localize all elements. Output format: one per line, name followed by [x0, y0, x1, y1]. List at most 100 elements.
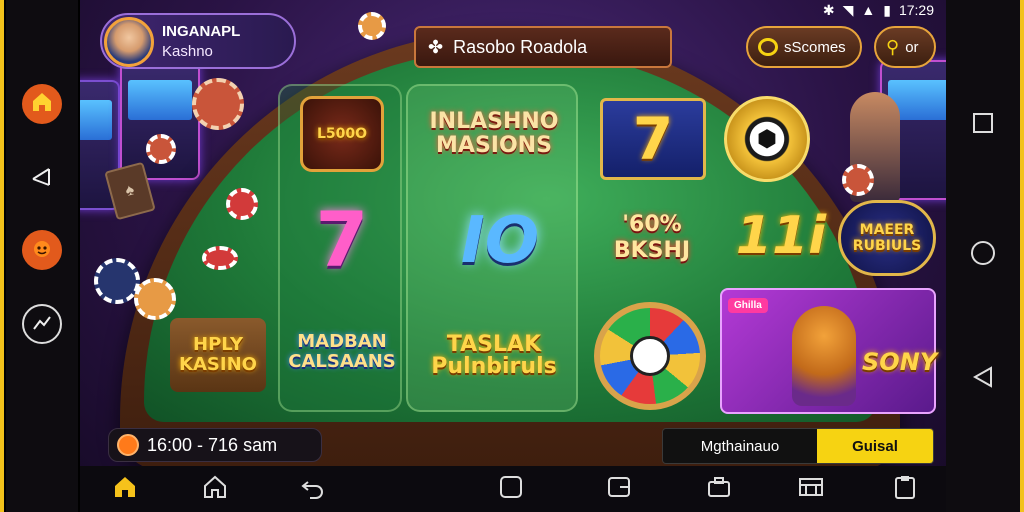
back-button[interactable] — [968, 364, 998, 394]
game-tile-label: L500O — [316, 126, 368, 142]
game-tile-3[interactable]: 7 — [600, 98, 706, 180]
recents-button[interactable] — [968, 110, 998, 140]
clipboard-icon — [893, 474, 917, 505]
game-tile-label: INLASHNO MASIONS — [429, 109, 559, 158]
balance-text: 16:00 - 716 sam — [147, 434, 278, 455]
bottom-nav-square[interactable] — [496, 474, 526, 504]
home-icon — [30, 90, 54, 119]
clover-icon: ✤ — [428, 36, 444, 57]
battery-icon: ▮ — [883, 1, 891, 18]
tab-icon — [606, 474, 632, 505]
chat-bubble-icon — [758, 38, 778, 56]
left-nav-pumpkin[interactable] — [22, 230, 62, 270]
bottom-nav-tab[interactable] — [604, 474, 634, 504]
store-icon — [797, 474, 825, 505]
action-bar: Mgthainauo Guisal — [662, 428, 934, 464]
scores-label: sScomes — [784, 38, 846, 56]
status-bar: ✱ ◥ ▲ ▮ 17:29 — [776, 0, 946, 20]
action-primary-button[interactable]: Guisal — [817, 429, 933, 463]
chip — [226, 188, 258, 220]
soccer-ball-icon: ⬢ — [757, 126, 777, 151]
game-tile-12[interactable]: TASLAK Pulnbiruls — [424, 318, 564, 394]
balance-display: 16:00 - 716 sam — [108, 428, 322, 462]
action-primary-label: Guisal — [852, 437, 898, 455]
game-tile-label: IO — [460, 204, 540, 278]
chip — [842, 164, 874, 196]
game-tile-label: MAEER RUBIULS — [852, 222, 922, 254]
menu-button[interactable]: ⚲ or — [874, 26, 936, 68]
game-tile-8[interactable]: 11i — [735, 196, 827, 276]
undo-icon — [300, 474, 326, 505]
roulette-wheel-tile[interactable] — [594, 302, 706, 410]
left-nav-bar — [6, 0, 78, 512]
signal-icon: ▲ — [861, 2, 876, 18]
briefcase-icon — [706, 474, 732, 505]
profile-subtitle: Kashno — [162, 43, 213, 60]
bottom-nav-store[interactable] — [796, 474, 826, 504]
key-icon: ⚲ — [886, 36, 900, 57]
chip — [358, 12, 386, 40]
game-tile-label: HPLY KASINO — [179, 334, 257, 375]
frame-edge-left — [0, 0, 4, 512]
bottom-nav-home[interactable] — [110, 474, 140, 504]
game-tile-1[interactable]: L500O — [300, 96, 384, 172]
game-tile-label: 7 — [632, 105, 674, 173]
game-tile-label: TASLAK Pulnbiruls — [431, 332, 557, 379]
game-tile-10[interactable]: HPLY KASINO — [170, 318, 266, 392]
promo-tag: Ghilla — [728, 298, 768, 313]
game-tile-label: MADBAN CALSAANS — [288, 331, 396, 372]
game-tile-7[interactable]: '60% BKSHJ — [598, 196, 706, 280]
wifi-icon: ◥ — [842, 1, 854, 18]
game-tile-4[interactable]: ⬢ — [724, 96, 810, 182]
title-banner-label: Rasobo Roadola — [453, 36, 588, 57]
chip — [202, 246, 238, 270]
game-tile-11[interactable]: MADBAN CALSAANS — [288, 312, 396, 392]
chart-icon — [31, 311, 53, 338]
right-nav-bar — [946, 0, 1020, 512]
pumpkin-icon — [117, 434, 139, 456]
lion-mascot-icon — [792, 306, 856, 406]
action-secondary-label: Mgthainauo — [700, 437, 780, 455]
game-tile-label: 7 — [315, 194, 369, 284]
action-secondary-button[interactable]: Mgthainauo — [663, 429, 817, 463]
title-banner[interactable]: ✤ Rasobo Roadola — [414, 26, 672, 68]
pumpkin-icon — [30, 236, 54, 265]
back-triangle-icon — [971, 365, 995, 394]
chip-stack — [134, 278, 176, 320]
menu-label: or — [905, 38, 919, 56]
share-icon — [29, 163, 55, 194]
device-frame: ✱ ◥ ▲ ▮ 17:29 ♠ L500O INLASHNO MASIONS 7 — [0, 0, 1024, 512]
bottom-nav-clipboard[interactable] — [890, 474, 920, 504]
game-tile-label: '60% BKSHJ — [613, 212, 691, 263]
square-icon — [498, 474, 524, 505]
game-tile-6[interactable]: IO — [450, 198, 550, 284]
house-outline-icon — [202, 474, 228, 505]
left-nav-home[interactable] — [22, 84, 62, 124]
bottom-nav-house[interactable] — [200, 474, 230, 504]
game-tile-9[interactable]: MAEER RUBIULS — [838, 200, 936, 276]
frame-edge-right — [1020, 0, 1024, 512]
game-tile-promo[interactable]: Ghilla SONY — [720, 288, 938, 414]
chip — [146, 134, 176, 164]
profile-card[interactable]: INGANAPL Kashno — [100, 13, 296, 69]
bottom-nav-briefcase[interactable] — [704, 474, 734, 504]
status-time: 17:29 — [898, 2, 934, 18]
roulette-center-icon — [630, 336, 670, 376]
game-tile-5[interactable]: 7 — [300, 194, 384, 284]
square-icon — [972, 112, 994, 139]
game-screen: ✱ ◥ ▲ ▮ 17:29 ♠ L500O INLASHNO MASIONS 7 — [80, 0, 946, 512]
bluetooth-icon: ✱ — [822, 1, 835, 18]
home-button[interactable] — [968, 240, 998, 270]
avatar — [104, 17, 154, 67]
profile-name: INGANAPL — [162, 23, 241, 40]
home-icon — [112, 474, 138, 505]
game-tile-2[interactable]: INLASHNO MASIONS — [418, 94, 570, 174]
left-nav-share[interactable] — [22, 158, 62, 198]
bottom-nav — [80, 466, 946, 512]
bottom-nav-undo[interactable] — [298, 474, 328, 504]
chip-stack — [192, 78, 244, 130]
game-tile-label: 11i — [735, 206, 827, 266]
game-tile-label: SONY — [862, 348, 938, 376]
scores-button[interactable]: sScomes — [746, 26, 862, 68]
left-nav-chart[interactable] — [22, 304, 62, 344]
